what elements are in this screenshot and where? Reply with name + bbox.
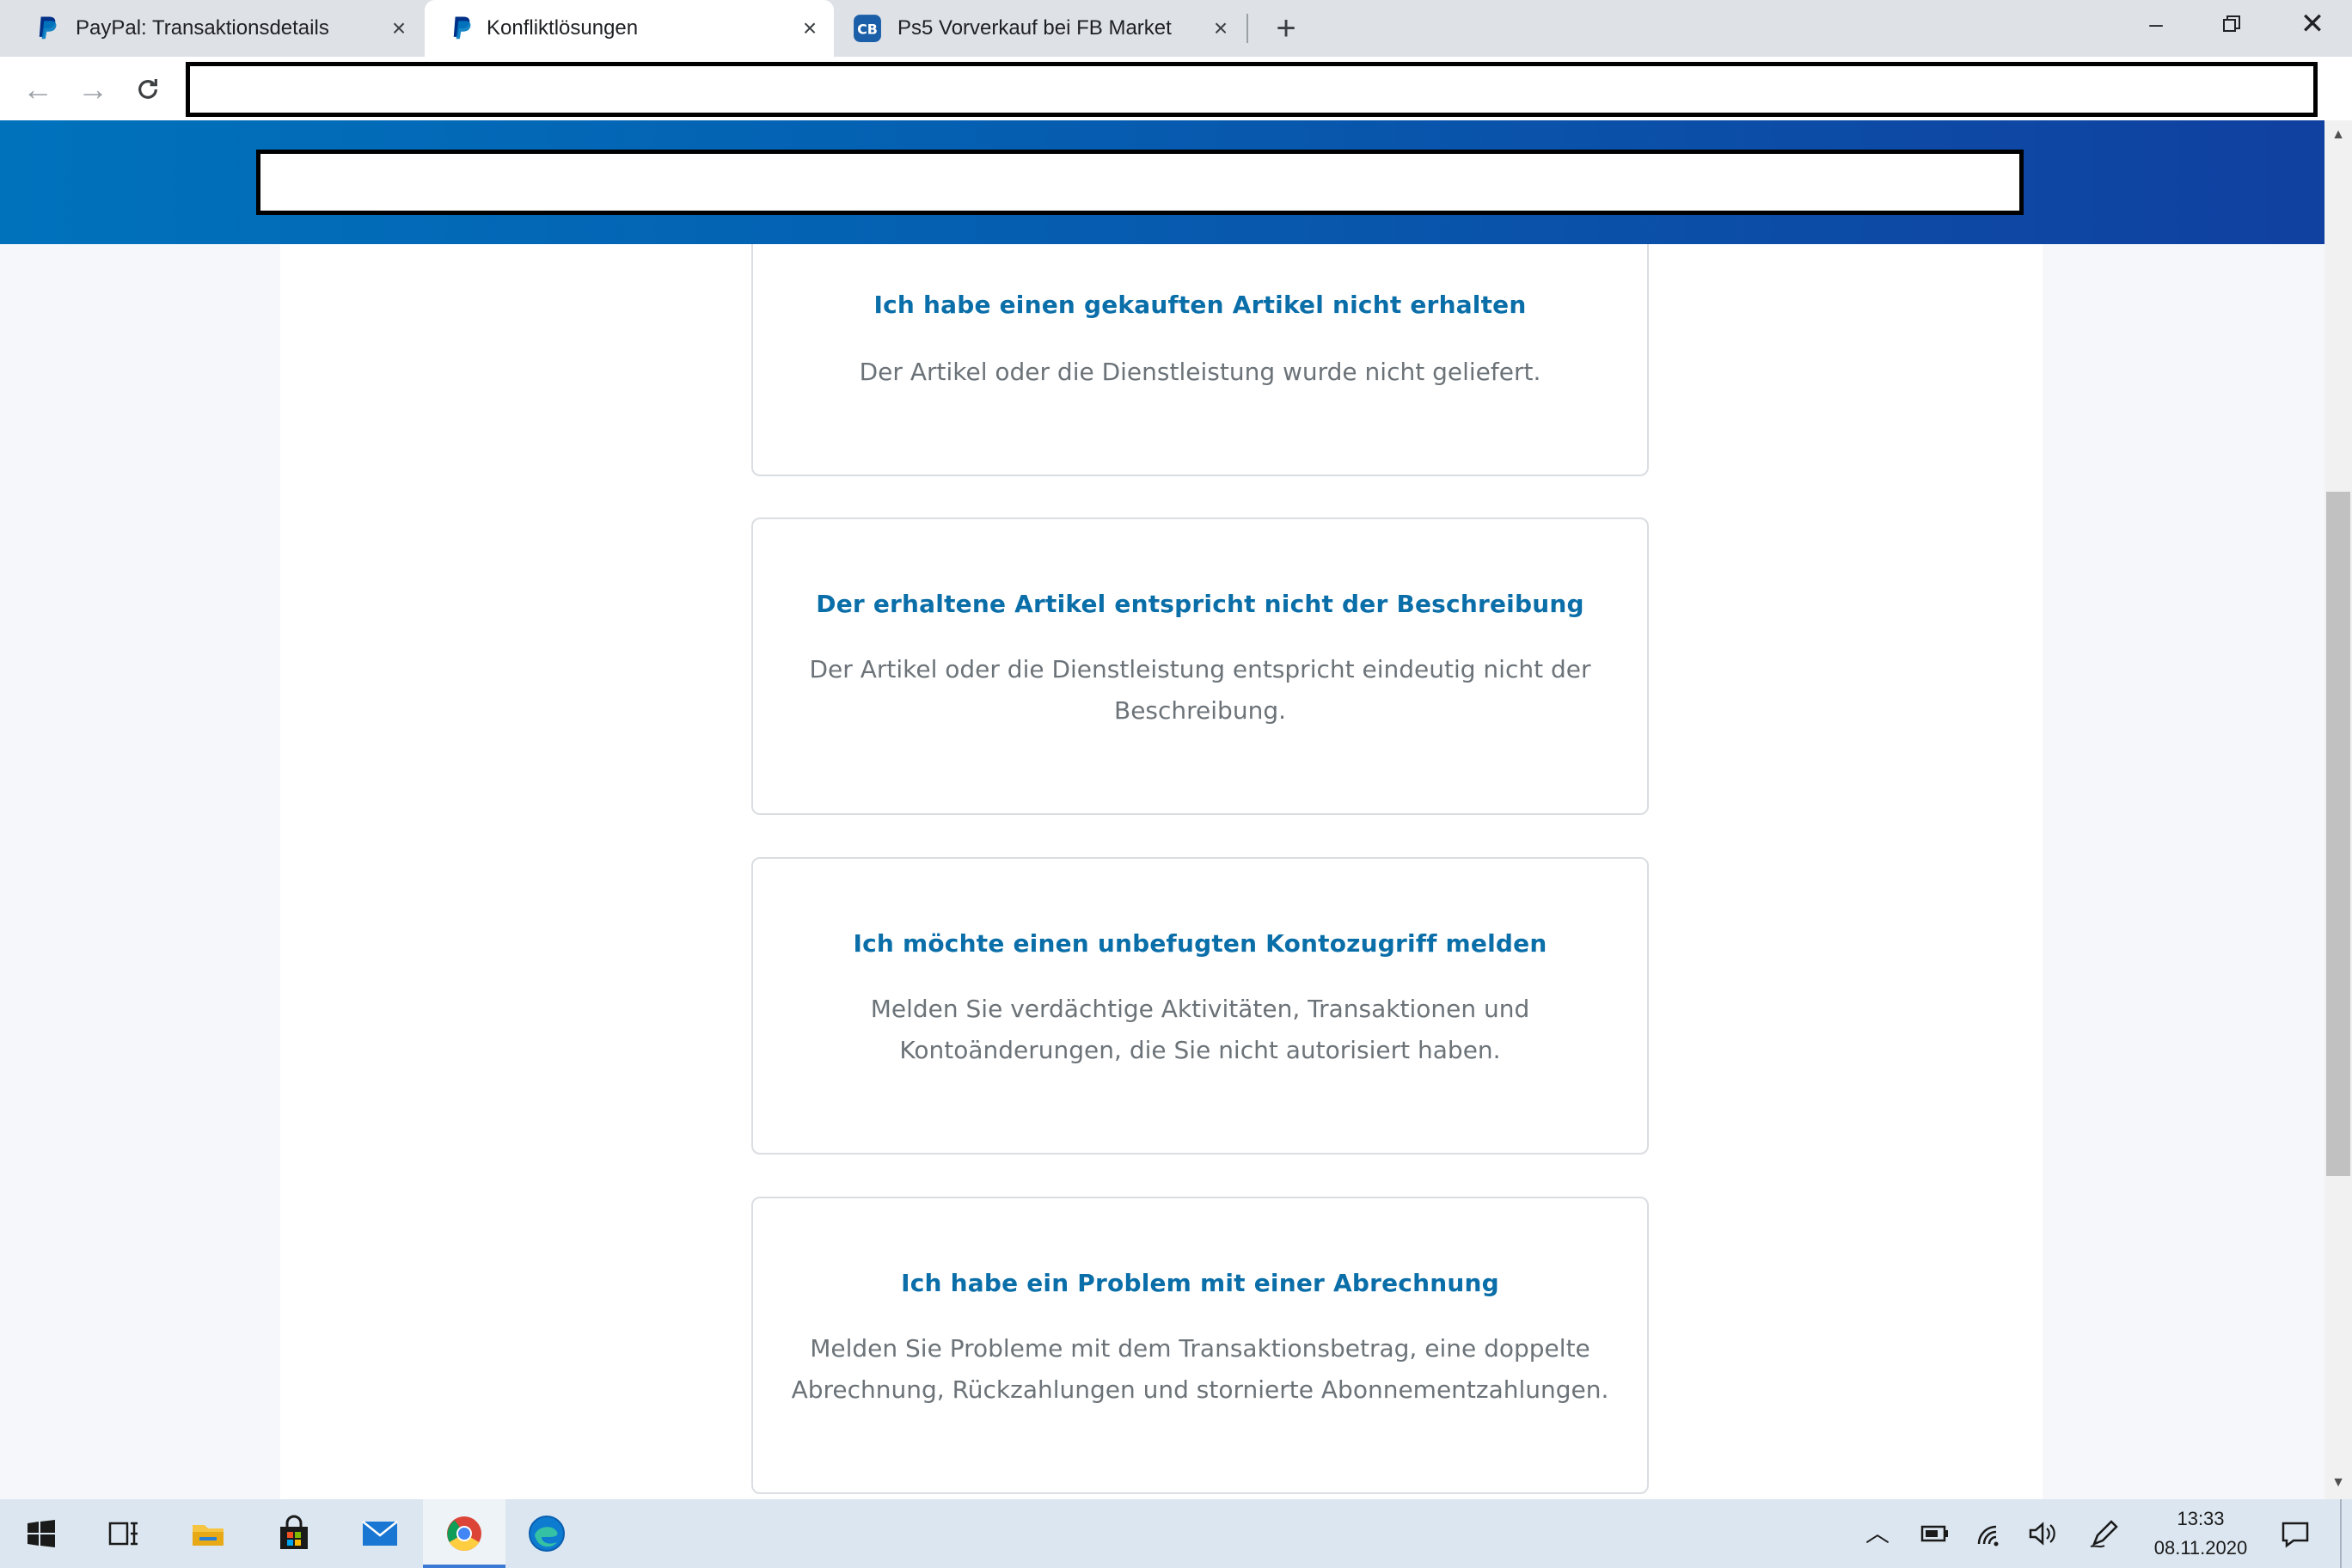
scroll-down-arrow-icon[interactable]: ▼ — [2324, 1470, 2352, 1496]
notification-center-icon[interactable] — [2278, 1518, 2312, 1549]
paypal-header — [0, 120, 2324, 244]
option-card-unauthorized-access[interactable]: Ich möchte einen unbefugten Kontozugriff… — [751, 857, 1649, 1155]
pen-ink-icon[interactable] — [2087, 1518, 2122, 1549]
battery-icon[interactable] — [1917, 1518, 1951, 1549]
minimize-button[interactable]: – — [2130, 7, 2182, 41]
option-card-title[interactable]: Ich habe ein Problem mit einer Abrechnun… — [753, 1269, 1647, 1297]
volume-icon[interactable] — [2025, 1518, 2060, 1549]
file-explorer-icon[interactable] — [187, 1513, 229, 1554]
back-button[interactable]: ← — [19, 70, 57, 108]
forward-button[interactable]: → — [74, 70, 112, 108]
clock-time: 13:33 — [2177, 1508, 2225, 1529]
header-redacted-box[interactable] — [256, 150, 2024, 215]
svg-text:CB: CB — [857, 21, 878, 37]
scroll-up-arrow-icon[interactable]: ▲ — [2324, 122, 2352, 148]
tray-overflow-chevron-icon[interactable]: ︿ — [1860, 1518, 1895, 1549]
tab-title: Konfliktlösungen — [487, 16, 639, 40]
chrome-icon[interactable] — [444, 1513, 485, 1554]
option-card-description: Der Artikel oder die Dienstleistung wurd… — [859, 358, 1541, 386]
address-input[interactable] — [190, 66, 2313, 113]
cb-logo-icon: CB — [854, 15, 881, 42]
option-card-title[interactable]: Der erhaltene Artikel entspricht nicht d… — [753, 590, 1647, 618]
option-card-description: Melden Sie Probleme mit dem Transaktions… — [791, 1334, 1609, 1404]
close-window-button[interactable]: ✕ — [2287, 7, 2338, 41]
windows-start-icon[interactable] — [21, 1513, 62, 1554]
mail-icon[interactable] — [359, 1513, 401, 1554]
edge-icon[interactable] — [526, 1513, 567, 1554]
browser-tab-strip: PayPal: Transaktionsdetails × Konfliktlö… — [0, 0, 2352, 57]
tab-title: PayPal: Transaktionsdetails — [76, 16, 329, 40]
task-view-icon[interactable] — [103, 1513, 144, 1554]
tab-title: Ps5 Vorverkauf bei FB Marketplace — [897, 16, 1173, 40]
restore-button[interactable] — [2206, 7, 2257, 41]
address-bar[interactable] — [186, 62, 2318, 117]
windows-taskbar: ︿ 13:33 08.11.2020 — [0, 1499, 2352, 1568]
taskbar-clock[interactable]: 13:33 08.11.2020 — [2123, 1504, 2278, 1563]
scrollbar-thumb[interactable] — [2326, 492, 2350, 1176]
microsoft-store-icon[interactable] — [273, 1513, 315, 1554]
option-card-billing-problem[interactable]: Ich habe ein Problem mit einer Abrechnun… — [751, 1197, 1649, 1494]
paypal-icon — [453, 16, 471, 40]
header-input[interactable] — [260, 154, 2019, 211]
close-icon[interactable]: × — [387, 16, 411, 40]
tab-ps5-vorverkauf[interactable]: CB Ps5 Vorverkauf bei FB Marketplace × — [834, 0, 1246, 57]
option-card-title[interactable]: Ich habe einen gekauften Artikel nicht e… — [753, 291, 1647, 319]
restore-icon — [2223, 15, 2240, 32]
tab-separator — [1246, 14, 1248, 43]
option-card-description: Melden Sie verdächtige Aktivitäten, Tran… — [870, 995, 1530, 1064]
paypal-icon — [39, 16, 57, 40]
option-card-title[interactable]: Ich möchte einen unbefugten Kontozugriff… — [753, 929, 1647, 958]
reload-icon — [138, 79, 157, 99]
close-icon[interactable]: × — [798, 16, 822, 40]
show-desktop-divider[interactable] — [2340, 1499, 2342, 1568]
tab-paypal-transaction-details[interactable]: PayPal: Transaktionsdetails × — [0, 0, 425, 57]
wifi-icon[interactable] — [1974, 1518, 2008, 1549]
reload-button[interactable] — [129, 70, 167, 108]
option-card-not-as-described[interactable]: Der erhaltene Artikel entspricht nicht d… — [751, 518, 1649, 815]
close-icon[interactable]: × — [1209, 16, 1233, 40]
option-card-description: Der Artikel oder die Dienstleistung ents… — [809, 655, 1591, 725]
new-tab-button[interactable]: + — [1269, 11, 1303, 46]
option-card-item-not-received[interactable]: Ich habe einen gekauften Artikel nicht e… — [751, 244, 1649, 476]
clock-date: 08.11.2020 — [2153, 1537, 2248, 1559]
tab-konfliktloesungen[interactable]: Konfliktlösungen × — [425, 0, 834, 57]
